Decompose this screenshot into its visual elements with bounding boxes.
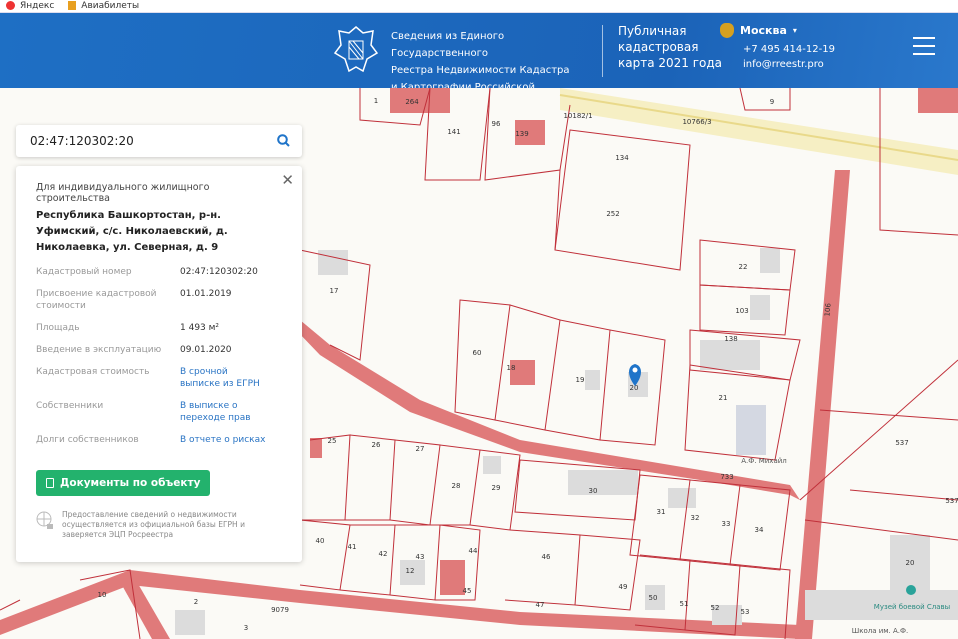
lot-label: 32: [691, 514, 700, 522]
parcel-purpose: Для индивидуального жилищного строительс…: [36, 182, 210, 204]
bookmark-yandex[interactable]: Яндекс: [6, 1, 54, 11]
lot-label: 30: [589, 487, 598, 495]
lot-label: 1: [374, 97, 378, 105]
phone-link[interactable]: +7 495 414-12-19: [743, 42, 835, 57]
museum-icon: [906, 585, 916, 595]
lot-label: 141: [447, 128, 460, 136]
parcel-address: Республика Башкортостан, р-н. Уфимский, …: [36, 210, 228, 253]
lot-label: 19: [576, 376, 585, 384]
lot-label: 49: [619, 583, 628, 591]
info-row: Кадастровая стоимость В срочной выписке и…: [36, 366, 282, 390]
cadastral-search-input[interactable]: [30, 134, 270, 148]
lot-label: 21: [719, 394, 728, 402]
owners-link[interactable]: В выписке о переходе прав: [180, 400, 260, 424]
lot-label: 41: [348, 543, 357, 551]
lot-label: 537: [945, 497, 958, 505]
info-row: Собственники В выписке о переходе прав: [36, 400, 282, 424]
lot-label: 45: [463, 587, 472, 595]
lot-label: 47: [536, 601, 545, 609]
lot-label: 96: [492, 120, 501, 128]
lot-label: 10766/3: [682, 118, 711, 126]
lot-label: 42: [379, 550, 388, 558]
info-row: Присвоение кадастровой стоимости 01.01.20…: [36, 289, 232, 311]
bookmarks-bar: Яндекс Авиабилеты: [0, 0, 958, 13]
globe-lock-icon: [36, 511, 53, 529]
lot-label: 27: [416, 445, 425, 453]
info-row: Введение в эксплуатацию 09.01.2020: [36, 345, 232, 355]
lot-label: 139: [515, 130, 528, 138]
divider: [602, 25, 603, 77]
lot-label: 17: [330, 287, 339, 295]
lot-label: 44: [469, 547, 478, 555]
product-title: Публичная кадастровая карта 2021 года: [618, 24, 723, 70]
lot-label: 3: [244, 624, 248, 632]
site-header: Сведения из Единого Государственного Реес…: [0, 13, 958, 110]
parcel-info-card: ✕ Для индивидуального жилищного строител…: [16, 166, 302, 562]
lot-label: 43: [416, 553, 425, 561]
lot-label: 51: [680, 600, 689, 608]
lot-label: 10182/1: [563, 112, 592, 120]
search-icon[interactable]: [277, 134, 290, 147]
chevron-down-icon: ▾: [792, 26, 797, 35]
menu-button[interactable]: [913, 37, 935, 55]
lot-label: 25: [328, 437, 337, 445]
city-selector[interactable]: Москва ▾: [720, 23, 797, 38]
lot-label: 26: [372, 441, 381, 449]
lot-label: 46: [542, 553, 551, 561]
info-row: Площадь 1 493 м²: [36, 323, 220, 333]
lot-label: 9: [770, 98, 774, 106]
lot-label: 33: [722, 520, 731, 528]
file-icon: [46, 478, 54, 488]
lot-label: 28: [452, 482, 461, 490]
info-row: Кадастровый номер 02:47:120302:20: [36, 267, 258, 277]
lot-label: 60: [473, 349, 482, 357]
lot-label: 252: [606, 210, 619, 218]
lot-label: 53: [741, 608, 750, 616]
coat-of-arms-icon: [720, 23, 734, 38]
lot-label: 2: [194, 598, 198, 606]
debts-link[interactable]: В отчете о рисках: [180, 434, 265, 446]
documents-button[interactable]: Документы по объекту: [36, 470, 211, 496]
lot-label: 20: [906, 559, 915, 567]
lot-label: 103: [735, 307, 748, 315]
poi-label: А.Ф. Михайл: [741, 457, 787, 465]
lot-label: 9079: [271, 606, 289, 614]
yandex-icon: [6, 1, 15, 10]
bookmark-avia[interactable]: Авиабилеты: [68, 1, 139, 11]
lot-label: 20: [630, 384, 639, 392]
lot-label: 31: [657, 508, 666, 516]
lot-label: 52: [711, 604, 720, 612]
lot-label: 10: [98, 591, 107, 599]
lot-label: 733: [720, 473, 733, 481]
lot-label: 29: [492, 484, 501, 492]
email-link[interactable]: info@rreestr.pro: [743, 57, 835, 72]
lot-label: 138: [724, 335, 737, 343]
emblem-icon: [333, 26, 379, 73]
search-bar: [16, 125, 302, 157]
lot-label: 537: [895, 439, 908, 447]
poi-label: Школа им. А.Ф.: [852, 627, 909, 635]
info-row: Долги собственников В отчете о рисках: [36, 434, 266, 446]
lot-label: 134: [615, 154, 629, 162]
lot-label: 34: [755, 526, 764, 534]
lot-label: 12: [406, 567, 415, 575]
lot-label: 22: [739, 263, 748, 271]
poi-label: Музей боевой Славы: [874, 603, 950, 611]
lot-label: 106: [823, 302, 832, 317]
lot-label: 50: [649, 594, 658, 602]
lot-label: 18: [507, 364, 516, 372]
lot-label: 264: [405, 98, 419, 106]
egrn-note: Предоставление сведений о недвижимости о…: [36, 510, 282, 540]
cadastral-value-link[interactable]: В срочной выписке из ЕГРН: [180, 366, 270, 390]
avia-icon: [68, 1, 77, 10]
lot-label: 40: [316, 537, 325, 545]
contacts: +7 495 414-12-19 info@rreestr.pro: [743, 42, 835, 72]
close-icon[interactable]: ✕: [281, 171, 294, 189]
